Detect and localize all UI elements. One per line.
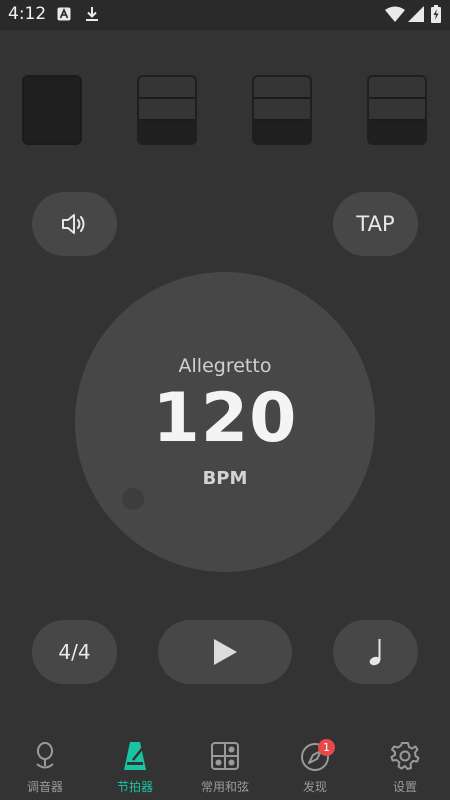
bpm-value: 120 bbox=[152, 379, 298, 458]
battery-charging-icon bbox=[431, 5, 441, 23]
tab-metronome[interactable]: 节拍器 bbox=[90, 730, 180, 800]
time-signature-label: 4/4 bbox=[58, 640, 91, 664]
time-signature-button[interactable]: 4/4 bbox=[32, 620, 117, 684]
cellular-signal-icon bbox=[408, 6, 424, 22]
tab-tuner[interactable]: 调音器 bbox=[0, 730, 90, 800]
tap-tempo-button[interactable]: TAP bbox=[333, 192, 418, 256]
tempo-name: Allegretto bbox=[178, 355, 272, 377]
tempo-dial[interactable]: Allegretto 120 BPM bbox=[75, 272, 375, 572]
note-value-button[interactable] bbox=[333, 620, 418, 684]
metronome-icon bbox=[124, 742, 146, 770]
tap-label: TAP bbox=[356, 212, 395, 236]
tab-chords[interactable]: 常用和弦 bbox=[180, 730, 270, 800]
beat-indicators bbox=[0, 75, 450, 147]
tuner-icon bbox=[36, 742, 54, 769]
chord-grid-icon bbox=[211, 742, 239, 770]
app-notification-icon bbox=[57, 7, 71, 21]
wifi-icon bbox=[385, 6, 405, 22]
settings-gear-icon bbox=[390, 742, 420, 770]
speaker-icon bbox=[61, 214, 84, 234]
play-button[interactable] bbox=[158, 620, 292, 684]
beat-indicator-1[interactable] bbox=[22, 75, 82, 145]
beat-indicator-3[interactable] bbox=[252, 75, 312, 145]
download-icon bbox=[86, 7, 98, 21]
play-icon bbox=[214, 639, 237, 665]
tab-discover[interactable]: 1 发现 bbox=[270, 730, 360, 800]
bottom-tab-bar: 调音器 节拍器 常用和弦 1 发现 设置 bbox=[0, 730, 450, 800]
beat-indicator-2[interactable] bbox=[137, 75, 197, 145]
bpm-unit: BPM bbox=[202, 468, 248, 489]
tab-settings[interactable]: 设置 bbox=[360, 730, 450, 800]
tab-metronome-label: 节拍器 bbox=[116, 780, 153, 794]
tab-chords-label: 常用和弦 bbox=[200, 780, 249, 794]
status-time: 4:12 bbox=[8, 4, 47, 24]
tab-discover-label: 发现 bbox=[302, 780, 327, 794]
discover-badge: 1 bbox=[318, 739, 335, 756]
tab-tuner-label: 调音器 bbox=[26, 780, 63, 794]
sound-toggle-button[interactable] bbox=[32, 192, 117, 256]
quarter-note-icon bbox=[369, 639, 380, 666]
status-bar: 4:12 bbox=[0, 0, 450, 30]
dial-handle[interactable] bbox=[122, 488, 144, 510]
beat-indicator-4[interactable] bbox=[367, 75, 427, 145]
tab-settings-label: 设置 bbox=[392, 780, 417, 794]
